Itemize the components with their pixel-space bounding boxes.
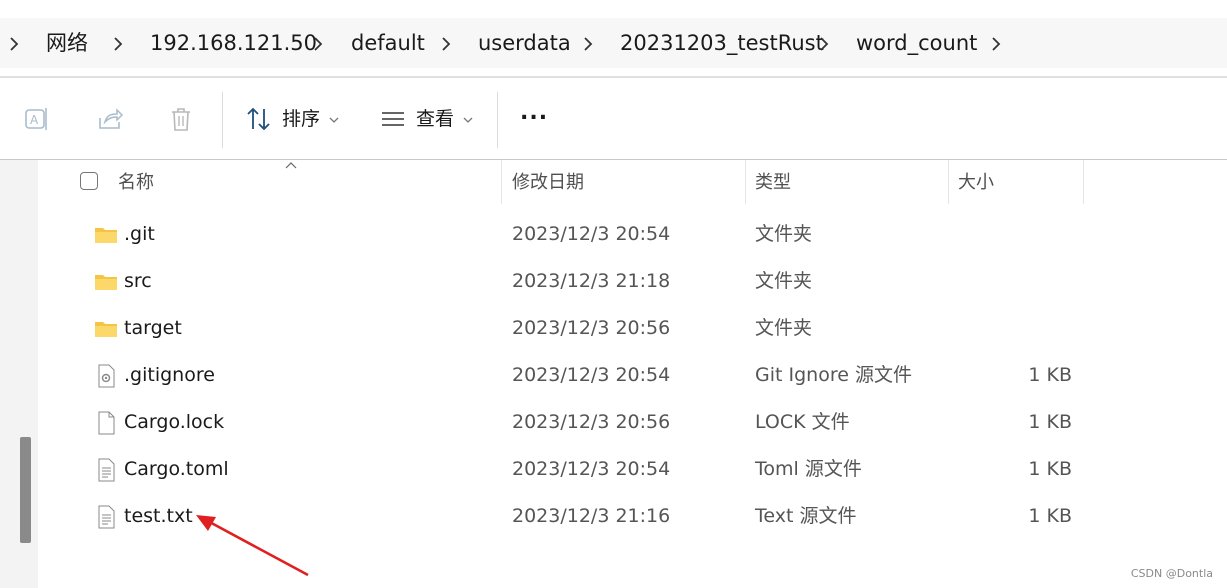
folder-icon xyxy=(94,270,118,294)
sort-icon[interactable] xyxy=(244,104,274,134)
file-name: Cargo.lock xyxy=(124,411,225,433)
chevron-right-icon[interactable] xyxy=(308,34,328,54)
more-options-button[interactable]: ... xyxy=(520,100,548,126)
share-icon[interactable] xyxy=(95,104,125,134)
column-separator[interactable] xyxy=(1083,160,1084,204)
breadcrumb-item-host[interactable]: 192.168.121.50 xyxy=(150,30,317,56)
file-modified: 2023/12/3 20:56 xyxy=(512,317,671,339)
column-header-size[interactable]: 大小 xyxy=(958,172,994,194)
toolbar-divider xyxy=(222,92,223,148)
view-button[interactable]: 查看 xyxy=(416,106,454,132)
breadcrumb-item-userdata[interactable]: userdata xyxy=(478,30,571,56)
blank-file-icon xyxy=(94,411,118,435)
column-headers: 名称 修改日期 类型 大小 xyxy=(38,160,1227,204)
sort-ascending-icon xyxy=(284,160,298,170)
column-separator[interactable] xyxy=(501,160,502,204)
navigation-pane-edge xyxy=(0,160,38,588)
file-row[interactable]: target 2023/12/3 20:56 文件夹 xyxy=(38,304,1227,351)
breadcrumb-item-network[interactable]: 网络 xyxy=(46,30,88,56)
file-modified: 2023/12/3 21:16 xyxy=(512,505,671,527)
file-type: 文件夹 xyxy=(755,317,813,339)
rename-icon[interactable]: A xyxy=(22,104,52,134)
file-type: 文件夹 xyxy=(755,223,813,245)
annotation-arrow-icon xyxy=(196,515,309,577)
gear-file-icon xyxy=(94,364,118,388)
chevron-right-icon[interactable] xyxy=(814,34,834,54)
breadcrumb-item-word-count[interactable]: word_count xyxy=(856,30,977,56)
file-modified: 2023/12/3 20:54 xyxy=(512,458,671,480)
command-bar: A 排序 查看 ... xyxy=(0,78,1227,160)
file-row[interactable]: .git 2023/12/3 20:54 文件夹 xyxy=(38,210,1227,257)
sort-button[interactable]: 排序 xyxy=(282,106,320,132)
address-bar[interactable]: 网络 192.168.121.50 default userdata 20231… xyxy=(0,18,1227,68)
chevron-down-icon[interactable] xyxy=(328,114,340,126)
folder-icon xyxy=(94,223,118,247)
column-header-name[interactable]: 名称 xyxy=(118,172,154,194)
file-type: 文件夹 xyxy=(755,270,813,292)
file-row[interactable]: src 2023/12/3 21:18 文件夹 xyxy=(38,257,1227,304)
scrollbar-thumb[interactable] xyxy=(20,437,31,543)
chevron-right-icon[interactable] xyxy=(436,34,456,54)
text-file-icon xyxy=(94,505,118,529)
file-size: 1 KB xyxy=(1028,505,1072,527)
file-name: src xyxy=(124,270,152,292)
file-size: 1 KB xyxy=(1028,411,1072,433)
chevron-right-icon[interactable] xyxy=(108,34,128,54)
select-all-checkbox[interactable] xyxy=(80,172,98,190)
column-separator[interactable] xyxy=(745,160,746,204)
file-modified: 2023/12/3 20:56 xyxy=(512,411,671,433)
toolbar-divider xyxy=(497,92,498,148)
file-name: Cargo.toml xyxy=(124,458,229,480)
watermark: CSDN @Dontla xyxy=(1130,567,1213,580)
file-name: .git xyxy=(124,223,155,245)
file-size: 1 KB xyxy=(1028,458,1072,480)
file-row[interactable]: .gitignore 2023/12/3 20:54 Git Ignore 源文… xyxy=(38,351,1227,398)
file-type: Toml 源文件 xyxy=(755,458,862,480)
file-name: .gitignore xyxy=(124,364,215,386)
file-name: test.txt xyxy=(124,505,193,527)
chevron-right-icon[interactable] xyxy=(4,34,24,54)
file-size: 1 KB xyxy=(1028,364,1072,386)
column-header-modified[interactable]: 修改日期 xyxy=(512,172,584,194)
delete-icon[interactable] xyxy=(166,104,196,134)
file-type: Git Ignore 源文件 xyxy=(755,364,912,386)
view-icon[interactable] xyxy=(378,104,408,134)
breadcrumb-item-default[interactable]: default xyxy=(351,30,425,56)
chevron-right-icon[interactable] xyxy=(578,34,598,54)
file-modified: 2023/12/3 20:54 xyxy=(512,364,671,386)
file-name: target xyxy=(124,317,182,339)
chevron-down-icon[interactable] xyxy=(462,114,474,126)
folder-icon xyxy=(94,317,118,341)
column-header-type[interactable]: 类型 xyxy=(755,172,791,194)
column-separator[interactable] xyxy=(948,160,949,204)
file-row[interactable]: Cargo.toml 2023/12/3 20:54 Toml 源文件 1 KB xyxy=(38,445,1227,492)
svg-text:A: A xyxy=(30,113,39,127)
file-type: LOCK 文件 xyxy=(755,411,850,433)
breadcrumb-item-project[interactable]: 20231203_testRust xyxy=(620,30,824,56)
file-row[interactable]: Cargo.lock 2023/12/3 20:56 LOCK 文件 1 KB xyxy=(38,398,1227,445)
chevron-right-icon[interactable] xyxy=(986,34,1006,54)
file-type: Text 源文件 xyxy=(755,505,857,527)
file-modified: 2023/12/3 21:18 xyxy=(512,270,671,292)
text-file-icon xyxy=(94,458,118,482)
file-modified: 2023/12/3 20:54 xyxy=(512,223,671,245)
